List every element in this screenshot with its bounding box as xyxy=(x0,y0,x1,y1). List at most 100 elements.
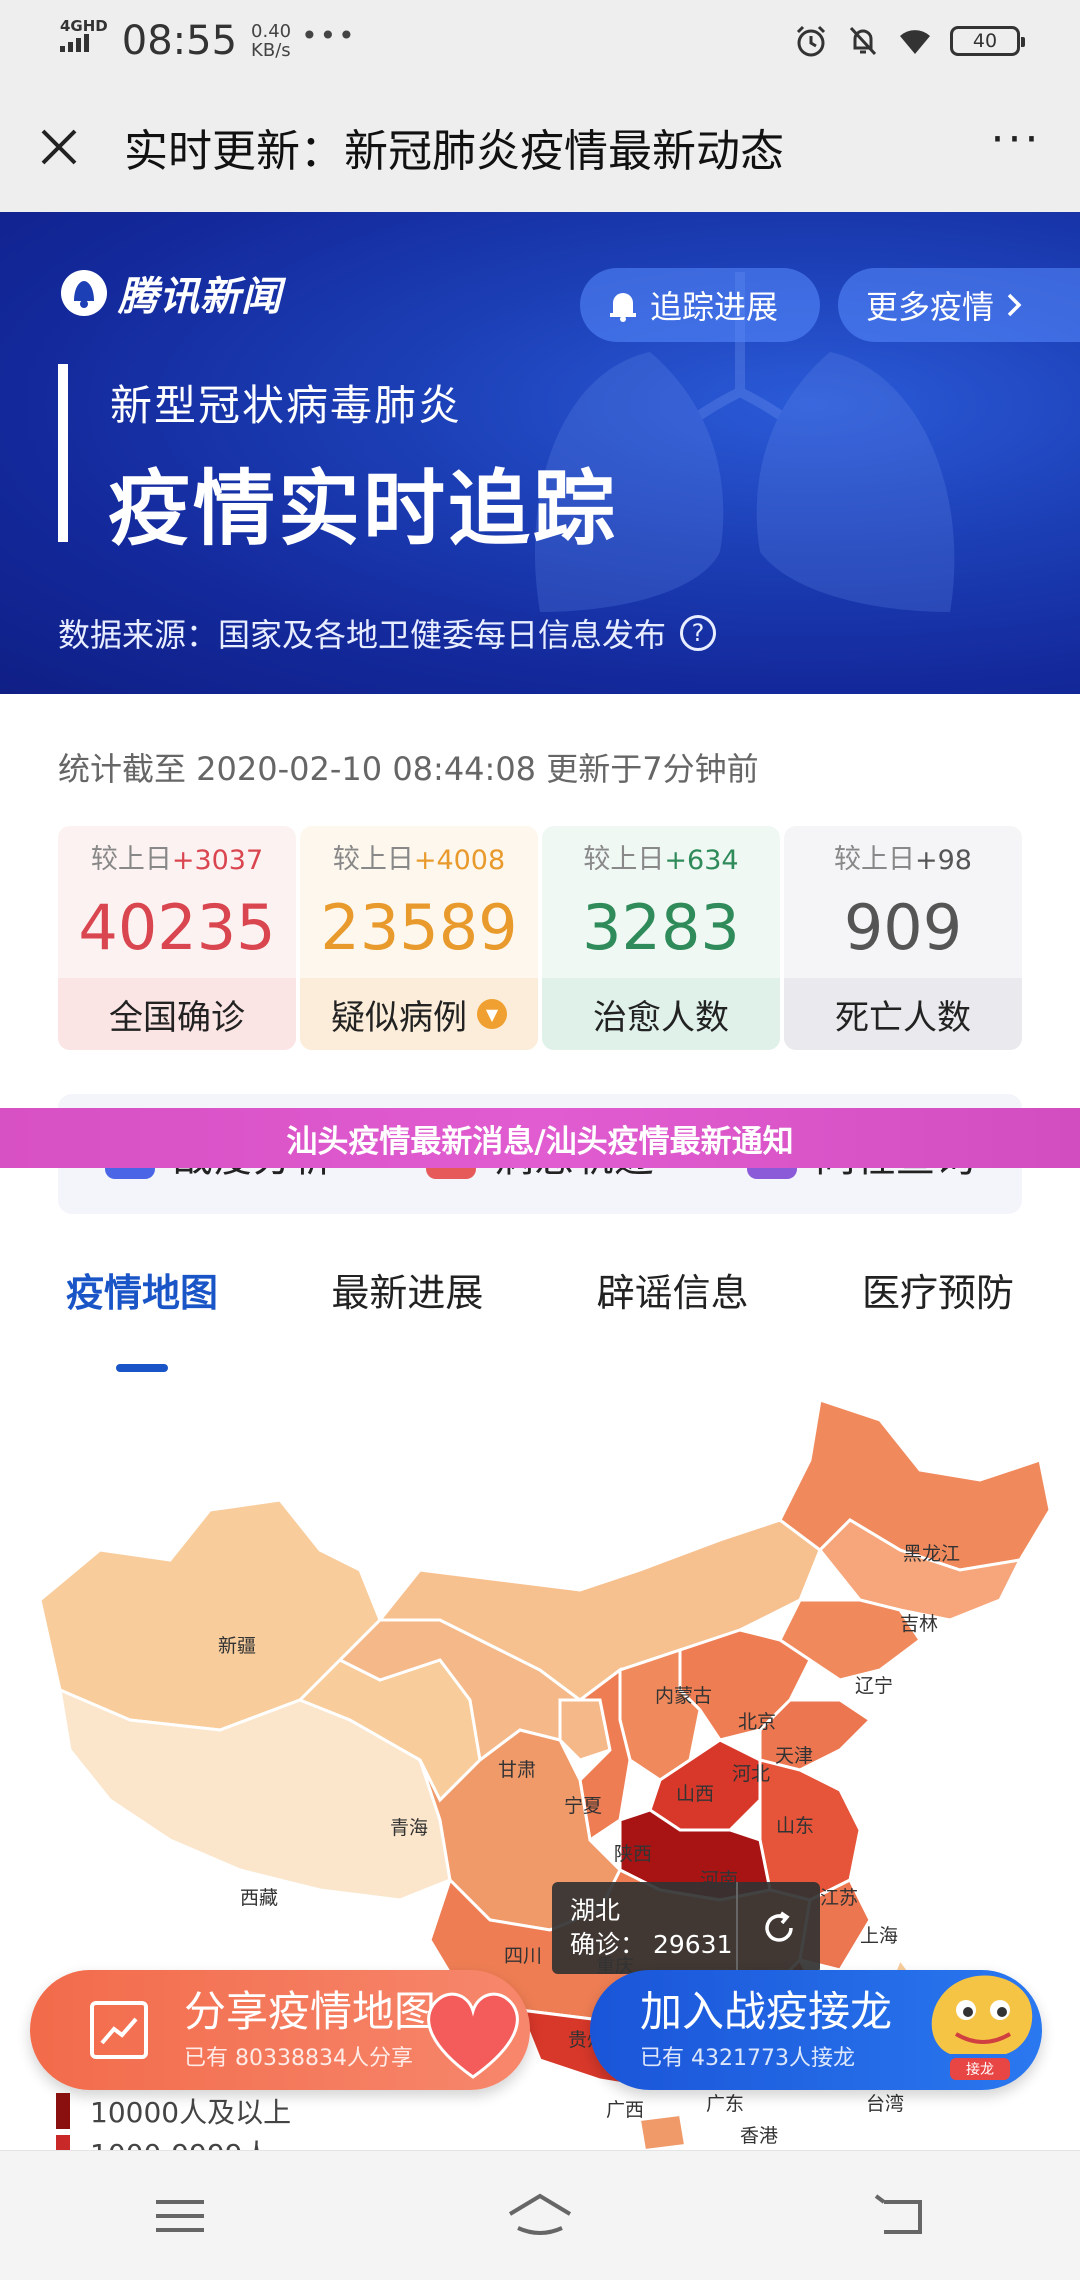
stat-value: 909 xyxy=(843,890,963,964)
stats-cards: 较上日 +3037 40235 全国确诊 较上日 +4008 23589 疑似病例 … xyxy=(58,826,1022,1050)
label-heilongjiang: 黑龙江 xyxy=(903,1543,960,1565)
banner-accent-bar xyxy=(58,364,68,542)
refresh-icon xyxy=(765,1911,793,1942)
home-icon xyxy=(508,2193,572,2235)
label-jilin: 吉林 xyxy=(900,1613,938,1635)
banner-headline: 疫情实时追踪 xyxy=(108,462,619,557)
brand-name: 腾讯新闻 xyxy=(118,274,282,320)
tab-epidemic-map[interactable]: 疫情地图 xyxy=(30,1262,254,1372)
more-menu-button[interactable]: ··· xyxy=(986,118,1046,172)
stat-card-cured: 较上日 +634 3283 治愈人数 xyxy=(542,826,780,1050)
system-nav-bar xyxy=(0,2150,1080,2280)
label-xinjiang: 新疆 xyxy=(218,1635,256,1657)
tab-latest-progress[interactable]: 最新进展 xyxy=(295,1262,519,1342)
join-relay-title: 加入战疫接龙 xyxy=(640,1987,893,2036)
hero-banner: 腾讯新闻 追踪进展 更多疫情 新型冠状病毒肺炎 疫情实时追踪 数据来源：国家及各… xyxy=(0,212,1080,694)
stat-label: 治愈人数 xyxy=(542,978,780,1050)
back-icon xyxy=(874,2193,922,2234)
network-speed: 0.40 KB/s xyxy=(251,21,292,61)
tab-medical-prevention[interactable]: 医疗预防 xyxy=(826,1262,1050,1342)
close-button[interactable] xyxy=(34,122,84,172)
data-source: 数据来源：国家及各地卫健委每日信息发布 ? xyxy=(58,610,717,656)
label-ningxia: 宁夏 xyxy=(564,1795,602,1817)
stat-label: 全国确诊 xyxy=(58,978,296,1050)
label-neimenggu: 内蒙古 xyxy=(655,1685,712,1707)
map-tooltip: 湖北 确诊： 29631 xyxy=(552,1882,820,1974)
label-liaoning: 辽宁 xyxy=(855,1675,893,1697)
tooltip-refresh-button[interactable] xyxy=(736,1882,820,1974)
nav-menu-button[interactable] xyxy=(135,2181,225,2251)
stat-label: 死亡人数 xyxy=(784,978,1022,1050)
status-bar: 4GHD 08:55 0.40 KB/s ••• 40 xyxy=(0,0,1080,82)
chart-share-icon xyxy=(90,2001,148,2059)
status-right-icons: 40 xyxy=(794,24,1025,58)
dragon-badge-text: 接龙 xyxy=(966,2061,994,2078)
app-root: 4GHD 08:55 0.40 KB/s ••• 40 实时更新：新冠肺炎疫情最… xyxy=(0,0,1080,2280)
label-tianjin: 天津 xyxy=(775,1745,813,1767)
chevron-right-icon xyxy=(1007,293,1022,317)
more-epidemic-button[interactable]: 更多疫情 xyxy=(838,268,1080,342)
battery-icon: 40 xyxy=(950,26,1025,56)
data-source-text: 数据来源：国家及各地卫健委每日信息发布 xyxy=(58,616,667,654)
share-map-subtitle: 已有 80338834人分享 xyxy=(184,2046,413,2071)
heart-icon xyxy=(427,1992,519,2079)
close-icon xyxy=(41,129,77,165)
title-bar: 实时更新：新冠肺炎疫情最新动态 ··· xyxy=(0,82,1080,212)
label-guangxi: 广西 xyxy=(606,2099,644,2121)
stat-delta: 较上日 +98 xyxy=(834,844,972,876)
signal-icon xyxy=(60,34,89,52)
legend-swatch xyxy=(56,2093,70,2129)
stat-card-suspected[interactable]: 较上日 +4008 23589 疑似病例 ▼ xyxy=(300,826,538,1050)
brand: 腾讯新闻 xyxy=(58,264,282,322)
label-hebei: 河北 xyxy=(732,1763,770,1785)
tencent-news-logo-icon xyxy=(61,270,107,316)
stat-label: 疑似病例 ▼ xyxy=(300,978,538,1050)
label-hongkong: 香港 xyxy=(740,2125,778,2147)
menu-icon xyxy=(156,2199,204,2232)
tooltip-province: 湖北 xyxy=(570,1896,621,1925)
stat-delta: 较上日 +634 xyxy=(583,844,739,876)
nav-back-button[interactable] xyxy=(855,2181,945,2251)
track-progress-button[interactable]: 追踪进展 xyxy=(580,268,820,342)
label-qinghai: 青海 xyxy=(390,1817,428,1839)
help-icon[interactable]: ? xyxy=(680,615,717,651)
track-progress-label: 追踪进展 xyxy=(650,288,779,326)
tab-rumor-debunk[interactable]: 辟谣信息 xyxy=(561,1262,785,1342)
stats-updated-time: 统计截至 2020-02-10 08:44:08 更新于7分钟前 xyxy=(58,750,759,788)
mute-icon xyxy=(849,26,877,56)
tooltip-text: 湖北 确诊： 29631 xyxy=(570,1894,736,1962)
label-sichuan: 四川 xyxy=(504,1945,542,1967)
more-epidemic-label: 更多疫情 xyxy=(866,288,995,326)
bell-icon xyxy=(610,293,636,322)
article-title-overlay: 汕头疫情最新消息/汕头疫情最新通知 xyxy=(0,1108,1080,1168)
label-xizang: 西藏 xyxy=(240,1887,278,1909)
dragon-mascot-icon: 接龙 xyxy=(931,1975,1033,2080)
stat-value: 23589 xyxy=(320,890,518,964)
nav-home-button[interactable] xyxy=(495,2181,585,2251)
page-title: 实时更新：新冠肺炎疫情最新动态 xyxy=(124,126,784,177)
label-shanxi: 山西 xyxy=(676,1783,714,1805)
label-jiangsu: 江苏 xyxy=(820,1887,858,1909)
label-gansu: 甘肃 xyxy=(498,1759,536,1781)
chevron-down-icon: ▼ xyxy=(477,999,507,1029)
province-hainan[interactable] xyxy=(638,2113,687,2152)
stat-card-deaths: 较上日 +98 909 死亡人数 xyxy=(784,826,1022,1050)
label-guangdong: 广东 xyxy=(706,2093,744,2115)
stat-delta: 较上日 +4008 xyxy=(332,844,506,876)
banner-subtitle: 新型冠状病毒肺炎 xyxy=(110,381,463,430)
label-beijing: 北京 xyxy=(738,1711,776,1733)
stat-value: 40235 xyxy=(78,890,276,964)
alarm-icon xyxy=(796,25,826,57)
share-map-title: 分享疫情地图 xyxy=(184,1987,437,2036)
legend-item: 10000人及以上 xyxy=(56,2090,291,2132)
stat-value: 3283 xyxy=(582,890,740,964)
label-shandong: 山东 xyxy=(776,1815,814,1837)
label-taiwan: 台湾 xyxy=(866,2093,904,2115)
status-time: 08:55 xyxy=(121,18,238,64)
wifi-icon xyxy=(900,30,930,54)
network-indicator: 4GHD xyxy=(60,19,108,55)
stat-delta: 较上日 +3037 xyxy=(90,844,264,876)
content-tabs: 疫情地图 最新进展 辟谣信息 医疗预防 xyxy=(30,1262,1050,1372)
label-shanghai: 上海 xyxy=(860,1925,898,1947)
stat-card-confirmed: 较上日 +3037 40235 全国确诊 xyxy=(58,826,296,1050)
